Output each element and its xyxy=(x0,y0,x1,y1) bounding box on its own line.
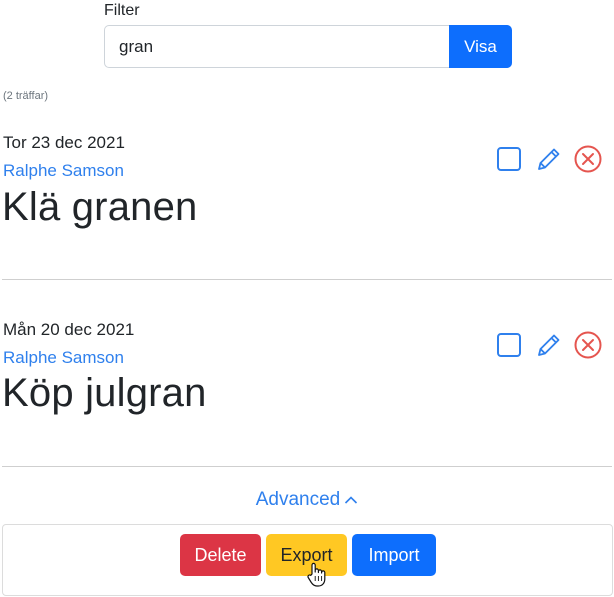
import-button[interactable]: Import xyxy=(352,534,436,576)
advanced-toggle[interactable]: Advanced xyxy=(0,489,614,511)
show-button[interactable]: Visa xyxy=(449,25,512,68)
filter-group: Visa xyxy=(104,25,512,68)
delete-circle-icon[interactable] xyxy=(573,144,603,174)
page: Filter Visa (2 träffar) Tor 23 dec 2021 … xyxy=(0,0,614,597)
delete-circle-icon[interactable] xyxy=(573,330,603,360)
delete-button[interactable]: Delete xyxy=(180,534,261,576)
advanced-label: Advanced xyxy=(255,489,341,510)
divider xyxy=(2,279,612,280)
item-title: Klä granen xyxy=(2,185,198,229)
checkbox-icon[interactable] xyxy=(496,332,522,358)
edit-pencil-icon[interactable] xyxy=(534,144,564,174)
item-author-link[interactable]: Ralphe Samson xyxy=(3,161,124,181)
divider xyxy=(2,466,612,467)
filter-label: Filter xyxy=(104,2,140,19)
export-button[interactable]: Export xyxy=(266,534,347,576)
item-actions xyxy=(496,330,603,360)
item-date: Tor 23 dec 2021 xyxy=(3,133,125,152)
filter-input[interactable] xyxy=(104,25,449,68)
checkbox-icon[interactable] xyxy=(496,146,522,172)
chevron-up-icon xyxy=(345,496,358,504)
hit-count: (2 träffar) xyxy=(3,90,49,102)
item-author-link[interactable]: Ralphe Samson xyxy=(3,348,124,368)
item-title: Köp julgran xyxy=(2,371,207,415)
item-actions xyxy=(496,144,603,174)
item-date: Mån 20 dec 2021 xyxy=(3,320,135,339)
edit-pencil-icon[interactable] xyxy=(534,330,564,360)
